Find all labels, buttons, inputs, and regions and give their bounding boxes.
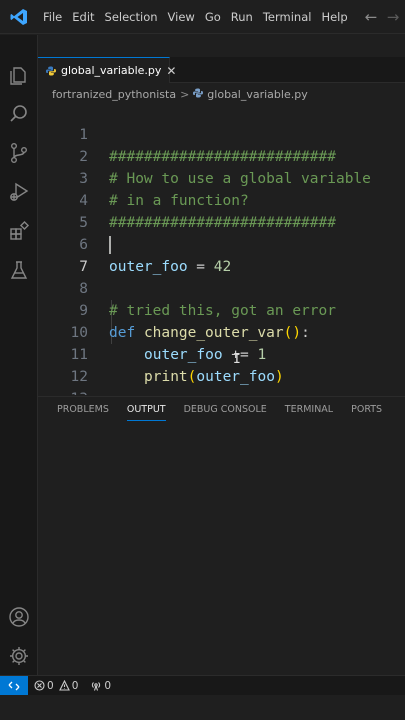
breadcrumb: fortranized_pythonista > global_variable…	[52, 84, 308, 104]
python-file-icon	[46, 61, 56, 80]
menu-run[interactable]: Run	[226, 0, 258, 34]
panel-tab-bar: PROBLEMS OUTPUT DEBUG CONSOLE TERMINAL P…	[38, 397, 405, 423]
code-line[interactable]: 9 def change_outer_var():	[38, 278, 405, 341]
tab-ports[interactable]: PORTS	[342, 397, 391, 423]
tab-problems[interactable]: PROBLEMS	[48, 397, 118, 423]
mouse-ibeam-cursor-icon: I	[233, 352, 241, 367]
breadcrumb-folder[interactable]: fortranized_pythonista	[52, 88, 176, 101]
source-control-icon[interactable]	[7, 141, 31, 165]
status-bar: 0 0 0	[0, 675, 405, 695]
python-file-icon	[193, 88, 204, 101]
error-icon	[34, 680, 45, 691]
menu-view[interactable]: View	[163, 0, 200, 34]
menu-terminal[interactable]: Terminal	[258, 0, 317, 34]
code-line[interactable]: 10 outer_foo += 1	[38, 300, 405, 363]
code-line[interactable]: 8 # tried this, got an error	[38, 256, 405, 319]
menu-edit[interactable]: Edit	[67, 0, 99, 34]
tab-label: global_variable.py	[61, 64, 162, 77]
code-line[interactable]: 13 change_outer_var()	[38, 366, 405, 395]
tab-debug-console[interactable]: DEBUG CONSOLE	[175, 397, 276, 423]
code-line-active[interactable]: 7	[38, 234, 405, 275]
tab-global-variable[interactable]: global_variable.py ✕	[38, 57, 176, 83]
activity-bar	[0, 35, 38, 675]
bottom-fill	[0, 695, 405, 720]
menu-bar: File Edit Selection View Go Run Terminal…	[38, 0, 353, 34]
problems-status[interactable]: 0 0	[34, 680, 78, 692]
navigation-arrows: ← →	[363, 0, 401, 34]
code-line[interactable]: 5	[38, 190, 405, 231]
remote-icon[interactable]	[0, 676, 28, 695]
close-icon[interactable]: ✕	[166, 64, 176, 78]
menu-go[interactable]: Go	[200, 0, 226, 34]
error-count: 0	[47, 679, 54, 692]
code-line[interactable]: 11 print(outer_foo)	[38, 322, 405, 385]
back-arrow-icon[interactable]: ←	[363, 8, 379, 26]
account-icon[interactable]	[7, 605, 31, 629]
bottom-panel: PROBLEMS OUTPUT DEBUG CONSOLE TERMINAL P…	[38, 396, 405, 675]
chevron-right-icon: >	[180, 87, 190, 101]
code-line[interactable]: 2 # How to use a global variable	[38, 124, 405, 187]
menu-selection[interactable]: Selection	[100, 0, 163, 34]
code-line[interactable]: 1 ##########################	[38, 102, 405, 165]
code-line[interactable]: 3 # in a function?	[38, 146, 405, 209]
code-line[interactable]: 4 ##########################	[38, 168, 405, 231]
tab-terminal[interactable]: TERMINAL	[276, 397, 342, 423]
menu-file[interactable]: File	[38, 0, 67, 34]
run-debug-icon[interactable]	[7, 180, 31, 204]
tab-output[interactable]: OUTPUT	[118, 397, 175, 423]
broadcast-icon	[92, 682, 101, 691]
menu-help[interactable]: Help	[316, 0, 352, 34]
extensions-icon[interactable]	[7, 219, 31, 243]
code-line[interactable]: 6 outer_foo = 42	[38, 212, 405, 275]
code-line[interactable]: 12	[38, 344, 405, 385]
warning-icon	[58, 680, 70, 691]
settings-gear-icon[interactable]	[7, 644, 31, 668]
vscode-logo-icon[interactable]	[0, 0, 38, 34]
explorer-icon[interactable]	[7, 63, 31, 87]
text-cursor	[109, 236, 111, 254]
editor-tab-bar: global_variable.py ✕	[38, 57, 405, 83]
warning-count: 0	[71, 679, 79, 692]
ports-status[interactable]: 0	[90, 680, 111, 692]
forward-arrow-icon[interactable]: →	[385, 8, 401, 26]
breadcrumb-file[interactable]: global_variable.py	[207, 88, 307, 101]
title-bar: File Edit Selection View Go Run Terminal…	[0, 0, 405, 34]
code-line[interactable]: 14	[38, 388, 405, 395]
search-icon[interactable]	[7, 102, 31, 126]
testing-flask-icon[interactable]	[7, 258, 31, 282]
ports-count: 0	[104, 679, 112, 692]
code-editor[interactable]: 1 ########################## 2 # How to …	[38, 102, 405, 395]
